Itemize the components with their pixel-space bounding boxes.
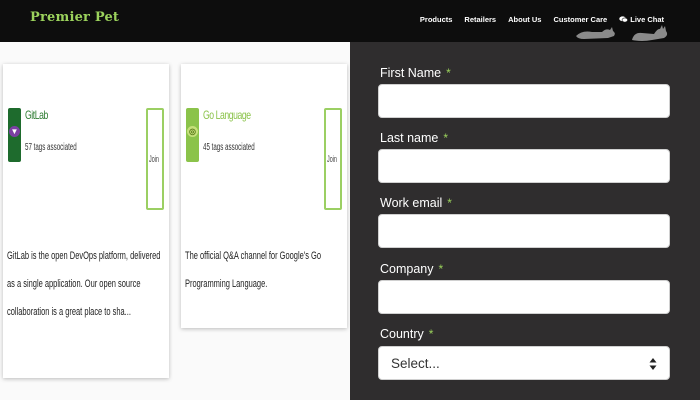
brand-logo[interactable]: Premier Pet (30, 10, 119, 25)
card-description: GitLab is the open DevOps platform, deli… (7, 250, 161, 318)
required-mark: * (446, 66, 451, 80)
groups-panel: ▼ GitLab 57 tags associated Join GitLab … (0, 42, 350, 400)
country-select[interactable]: Select... (378, 346, 670, 380)
select-arrows-icon (649, 358, 657, 370)
required-mark: * (443, 131, 449, 145)
required-mark: * (447, 196, 452, 210)
first-name-input[interactable] (378, 84, 670, 118)
nav-retailers[interactable]: Retailers (464, 15, 496, 24)
top-nav-bar: Premier Pet Products Retailers About Us … (0, 0, 700, 42)
nav-products[interactable]: Products (420, 15, 453, 24)
card-title: Go Language (203, 108, 251, 122)
card-tag-count: 45 tags associated (203, 142, 255, 153)
pets-silhouette-icon (576, 25, 668, 41)
join-button[interactable]: Join (146, 108, 164, 210)
country-label: Country * (380, 327, 434, 341)
card-tag-count: 57 tags associated (25, 142, 77, 153)
group-card-go-language[interactable]: ◎ Go Language 45 tags associated Join Th… (181, 64, 347, 328)
work-email-label: Work email * (380, 196, 452, 210)
signup-form: First Name * Last name * Work email * Compa… (350, 42, 700, 400)
card-title: GitLab (25, 108, 48, 122)
card-description: The official Q&A channel for Google's Go… (185, 250, 322, 290)
last-name-input[interactable] (378, 149, 670, 183)
required-mark: * (428, 327, 434, 341)
go-logo-icon: ◎ (186, 108, 199, 162)
join-label: Join (149, 154, 159, 164)
work-email-input[interactable] (378, 214, 670, 248)
first-name-label: First Name * (380, 66, 451, 80)
join-button[interactable]: Join (324, 108, 342, 210)
brand-name: Premier Pet (30, 10, 120, 25)
company-input[interactable] (378, 280, 670, 314)
join-label: Join (327, 154, 337, 164)
company-label: Company * (380, 262, 444, 276)
group-card-gitlab[interactable]: ▼ GitLab 57 tags associated Join GitLab … (3, 64, 169, 378)
last-name-label: Last name * (380, 131, 449, 145)
gitlab-logo-icon: ▼ (8, 108, 21, 162)
country-select-value: Select... (391, 355, 440, 371)
required-mark: * (438, 262, 444, 276)
nav-about-us[interactable]: About Us (508, 15, 541, 24)
